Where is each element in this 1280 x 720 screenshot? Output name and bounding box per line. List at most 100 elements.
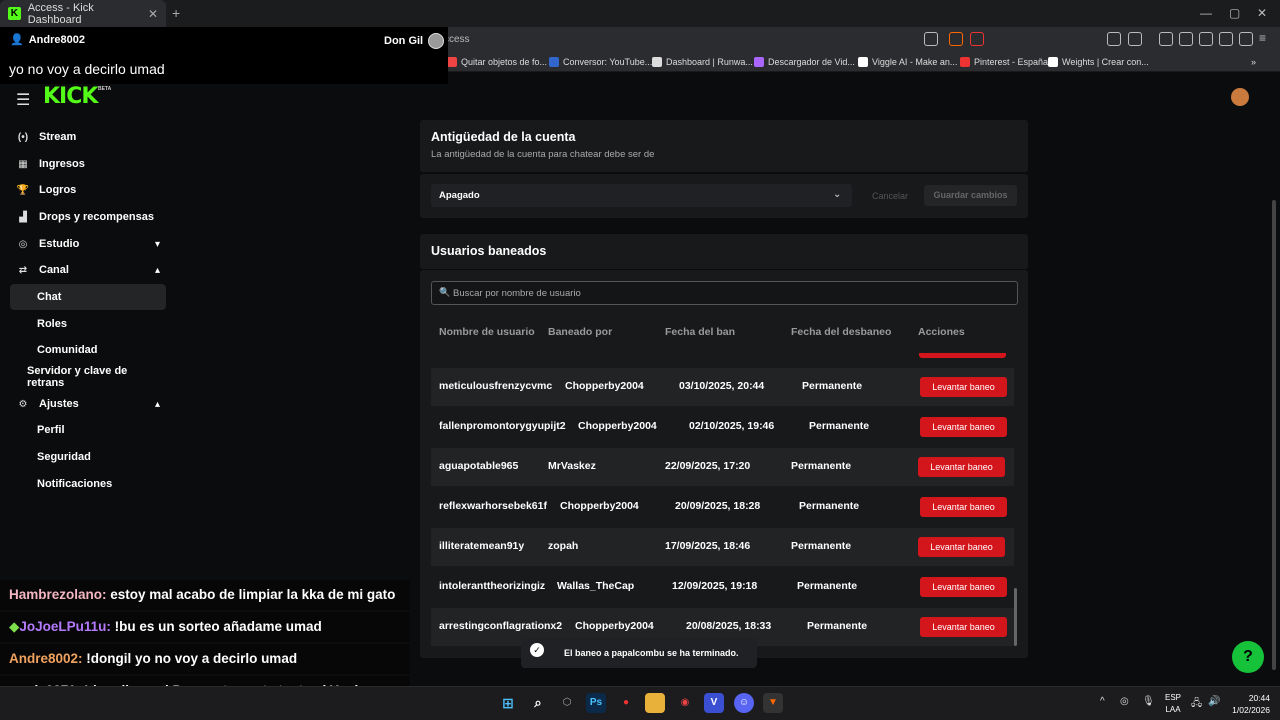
kick-logo[interactable]: KICK (43, 84, 98, 109)
network-icon[interactable]: 🖧 (1191, 696, 1202, 713)
unban-button[interactable]: Levantar baneo (920, 617, 1007, 637)
banned-search-input[interactable]: Buscar por nombre de usuario (431, 281, 1018, 305)
sidebar-item-seguridad[interactable]: Seguridad (10, 444, 166, 470)
wallet-icon[interactable] (1199, 32, 1213, 46)
language-indicator[interactable]: ESP LAA (1162, 692, 1184, 716)
unban-button[interactable]: Levantar baneo (920, 577, 1007, 597)
page-scrollbar[interactable] (1272, 200, 1276, 670)
system-clock[interactable]: 20:44 1/02/2026 (1226, 692, 1270, 716)
unban-button[interactable]: Levantar baneo (920, 497, 1007, 517)
bookmark-item[interactable]: Dashboard | Runwa... (652, 57, 753, 67)
extensions-icon[interactable] (1107, 32, 1121, 46)
bookmark-item[interactable]: Quitar objetos de fo... (447, 57, 547, 67)
sidebar-item-roles[interactable]: Roles (10, 311, 166, 337)
windows-start-icon[interactable]: ⊞ (498, 693, 518, 713)
table-scrollbar[interactable] (1014, 588, 1017, 646)
bookmark-item[interactable]: Viggle AI - Make an... (858, 57, 957, 67)
bookmark-item[interactable]: Pinterest - España (960, 57, 1048, 67)
account-age-select[interactable]: Apagado (431, 184, 852, 207)
hamburger-menu-icon[interactable]: ☰ (16, 90, 30, 110)
brave-shield-icon[interactable] (949, 32, 963, 46)
brave-taskbar-icon[interactable]: ▼ (763, 693, 783, 713)
unban-button[interactable]: Levantar baneo (918, 537, 1005, 557)
streamer-name: Don Gil (384, 35, 424, 47)
bookmark-item[interactable]: Weights | Crear con... (1048, 57, 1149, 67)
save-button[interactable]: Guardar cambios (924, 185, 1017, 206)
column-header-unban-date[interactable]: Fecha del desbaneo (791, 326, 891, 338)
search-taskbar-icon[interactable]: ⌕ (528, 693, 548, 713)
brave-rewards-icon[interactable] (970, 32, 984, 46)
taskview-icon[interactable]: ⬡ (557, 693, 577, 713)
bookmark-favicon-icon (960, 57, 970, 67)
account-age-subtitle: La antigüedad de la cuenta para chatear … (431, 149, 655, 160)
cancel-button[interactable]: Cancelar (861, 186, 919, 206)
logros-icon: 🏆 (16, 184, 30, 196)
menu-icon[interactable]: ≡ (1259, 32, 1273, 46)
sidebar-item-label: Notificaciones (37, 478, 113, 490)
chevron-up-icon[interactable]: ▴ (155, 399, 160, 410)
sidebar-icon[interactable] (1179, 32, 1193, 46)
unban-button[interactable]: Levantar baneo (920, 377, 1007, 397)
vpn-icon[interactable] (1239, 32, 1253, 46)
unban-button[interactable]: Levantar baneo (918, 457, 1005, 477)
sidebar-item-canal[interactable]: ⇄ Canal ▴ (10, 257, 166, 283)
chevron-up-icon[interactable]: ▴ (155, 265, 160, 276)
help-chat-icon[interactable]: ? (1232, 641, 1264, 673)
bookmark-label: Pinterest - España (974, 57, 1049, 67)
microphone-icon[interactable]: 🎙 (1142, 696, 1155, 707)
sidebar-item-notificaciones[interactable]: Notificaciones (10, 471, 166, 497)
sidebar-item-stream[interactable]: (•) Stream (10, 124, 166, 150)
unban-button[interactable]: Levantar baneo (920, 417, 1007, 437)
cell-by: MrVaskez (548, 460, 596, 472)
sidebar-item-ingresos[interactable]: ▦ Ingresos (10, 151, 166, 177)
sidebar-item-ajustes[interactable]: ⚙ Ajustes ▴ (10, 391, 166, 417)
maximize-button[interactable]: ▢ (1229, 6, 1240, 20)
sidebar-item-comunidad[interactable]: Comunidad (10, 337, 166, 363)
sidebar-item-servidor[interactable]: Servidor y clave de retrans (10, 364, 166, 390)
cell-unban: Permanente (791, 460, 852, 472)
search-icon: 🔍 (439, 287, 451, 297)
sidebar-item-logros[interactable]: 🏆 Logros (10, 177, 166, 203)
address-bar[interactable]: ccess (440, 31, 990, 49)
vegas-icon[interactable]: V (704, 693, 724, 713)
column-header-ban-date[interactable]: Fecha del ban (665, 326, 735, 338)
column-header-banned-by[interactable]: Baneado por (548, 326, 612, 338)
cell-unban: Permanente (809, 420, 870, 432)
bookmark-item[interactable]: Conversor: YouTube... (549, 57, 652, 67)
new-tab-button[interactable]: + (172, 5, 180, 21)
chevron-down-icon[interactable]: ▾ (155, 239, 160, 250)
sidebar-item-label: Estudio (39, 238, 80, 250)
minimize-button[interactable]: — (1200, 6, 1212, 20)
obs-icon[interactable]: ● (616, 693, 636, 713)
tab-close-icon[interactable]: ✕ (148, 7, 158, 21)
share-icon[interactable] (924, 32, 938, 46)
screenshot-icon[interactable] (1128, 32, 1142, 46)
sidebar-item-chat[interactable]: Chat (10, 284, 166, 310)
cell-date: 20/09/2025, 18:28 (675, 500, 761, 512)
column-header-username[interactable]: Nombre de usuario (439, 326, 535, 338)
cell-user: reflexwarhorsebek61f (439, 500, 547, 512)
tray-overflow-icon[interactable]: ^ (1100, 696, 1105, 707)
tray-app-icon[interactable]: ◎ (1120, 696, 1129, 707)
ai-icon[interactable] (1219, 32, 1233, 46)
discord-icon[interactable]: ☺ (734, 693, 754, 713)
browser-tab[interactable]: K Access - Kick Dashboard ✕ (0, 0, 166, 27)
sidebar-item-perfil[interactable]: Perfil (10, 417, 166, 443)
bookmarks-overflow-button[interactable]: » (1251, 57, 1256, 67)
profile-avatar[interactable] (1231, 88, 1249, 106)
photoshop-icon[interactable]: Ps (586, 693, 606, 713)
chrome-icon[interactable]: ◉ (675, 693, 695, 713)
sidebar-item-drops[interactable]: ▟ Drops y recompensas (10, 204, 166, 230)
sidebar-item-estudio[interactable]: ◎ Estudio ▾ (10, 231, 166, 257)
bookmark-label: Descargador de Vid... (768, 57, 855, 67)
volume-icon[interactable]: 🔊 (1208, 696, 1220, 707)
canal-icon: ⇄ (18, 264, 28, 276)
close-window-button[interactable]: ✕ (1257, 6, 1267, 20)
bookmark-label: Weights | Crear con... (1062, 57, 1149, 67)
partial-unban-button[interactable] (919, 353, 1006, 358)
music-icon[interactable] (1159, 32, 1173, 46)
folder-icon[interactable] (645, 693, 665, 713)
chat-message: Hambrezolano: estoy mal acabo de limpiar… (0, 580, 410, 610)
cell-date: 02/10/2025, 19:46 (689, 420, 775, 432)
bookmark-item[interactable]: Descargador de Vid... (754, 57, 855, 67)
